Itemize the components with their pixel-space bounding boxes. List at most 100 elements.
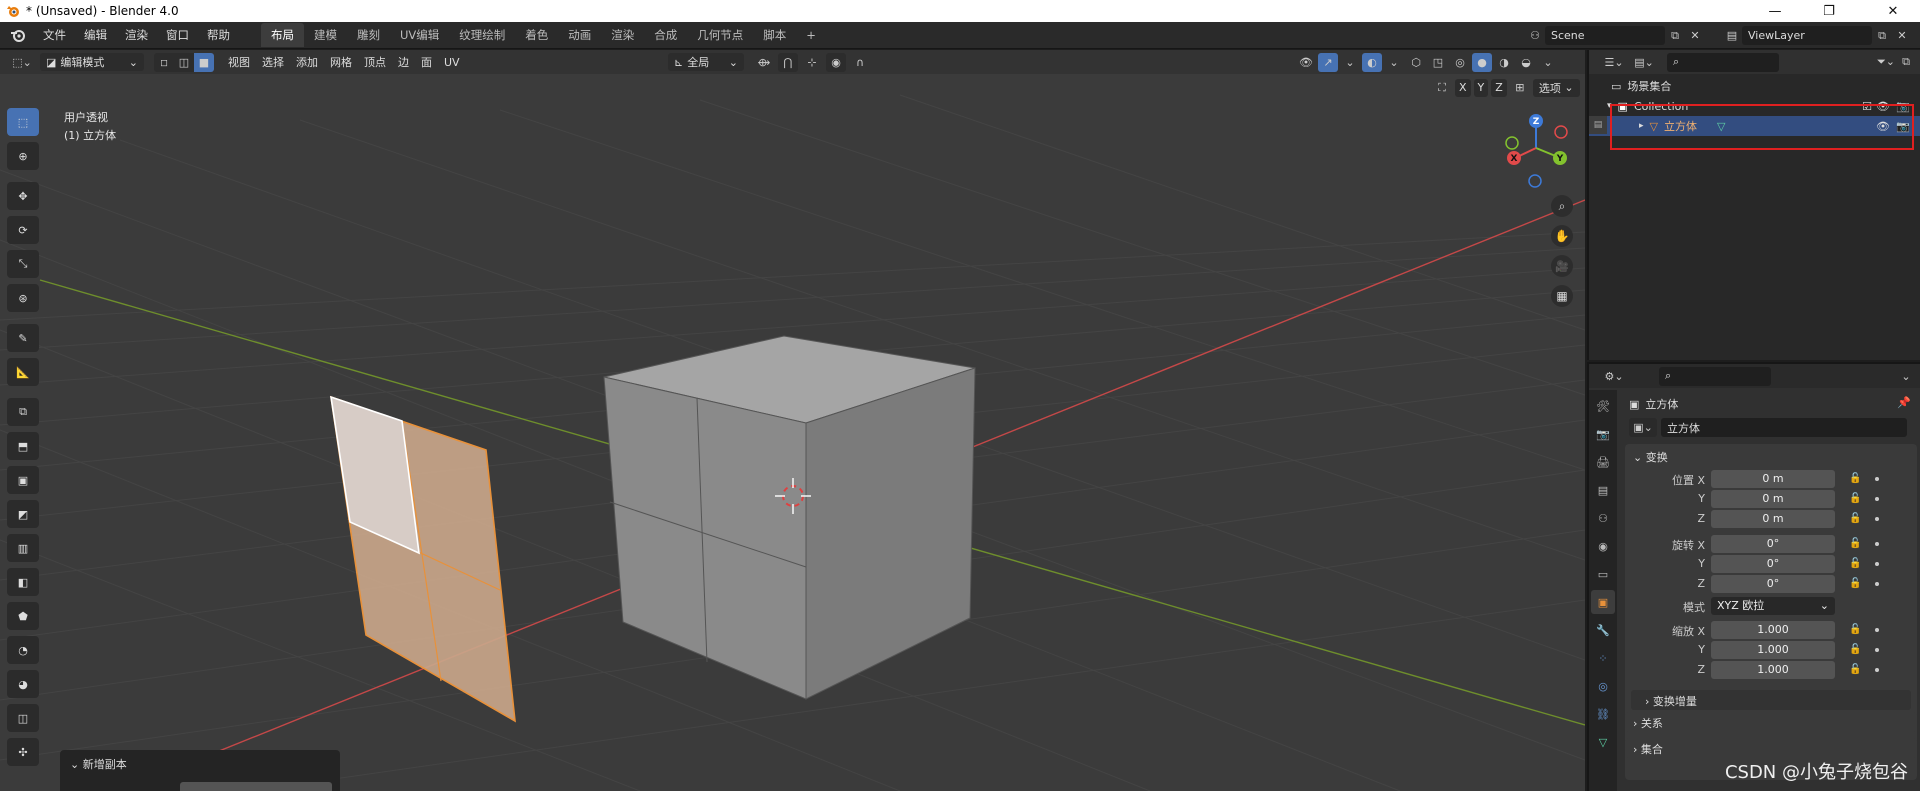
display-mode-icon[interactable]: ▤⌄ — [1629, 53, 1659, 72]
chevron-down-icon[interactable]: ⌄ — [1896, 367, 1916, 386]
minimize-button[interactable]: — — [1752, 0, 1798, 22]
tab-rendering[interactable]: 渲染 — [601, 23, 644, 47]
tab-modeling[interactable]: 建模 — [304, 23, 347, 47]
outliner-editor-type-icon[interactable]: ☰⌄ — [1599, 53, 1629, 72]
zoom-icon[interactable]: ⌕ — [1551, 195, 1573, 217]
bevel-tool-icon[interactable]: ◩ — [7, 500, 39, 528]
rendered-shading-icon[interactable]: ◒ — [1516, 53, 1536, 72]
smooth-tool-icon[interactable]: ◕ — [7, 670, 39, 698]
menu-window[interactable]: 窗口 — [157, 27, 198, 43]
vertex-select-icon[interactable]: ◽ — [154, 52, 174, 72]
tab-geometry-nodes[interactable]: 几何节点 — [687, 23, 753, 47]
chevron-down-icon[interactable]: ⌄ — [1340, 53, 1360, 72]
3d-viewport[interactable]: Z Y X 用户透视 (1) 立方体 ⌕ ✋ 🎥 ▦ ⛶ X Y Z ⊞ 选项 … — [0, 50, 1585, 791]
properties-search-input[interactable]: ⌕ — [1659, 366, 1771, 386]
menu-add[interactable]: 添加 — [290, 53, 324, 71]
tab-sculpting[interactable]: 雕刻 — [347, 23, 390, 47]
spin-tool-icon[interactable]: ◔ — [7, 636, 39, 664]
chevron-down-icon[interactable]: ⌄ — [1538, 53, 1558, 72]
lock-icon[interactable]: 🔓 — [1849, 493, 1861, 505]
lock-icon[interactable]: 🔓 — [1849, 513, 1861, 525]
add-workspace-button[interactable]: + — [796, 24, 826, 46]
delete-scene-icon[interactable]: ✕ — [1685, 26, 1705, 45]
filter-icon[interactable]: ⏷⌄ — [1876, 53, 1896, 72]
tab-layout[interactable]: 布局 — [261, 23, 304, 47]
delete-viewlayer-icon[interactable]: ✕ — [1892, 26, 1912, 45]
menu-edge[interactable]: 边 — [392, 53, 415, 71]
delta-transform-subpanel[interactable]: › 变换增量 — [1631, 690, 1911, 710]
move-tool-icon[interactable]: ✥ — [7, 182, 39, 210]
menu-edit[interactable]: 编辑 — [75, 27, 116, 43]
lock-icon[interactable]: 🔓 — [1849, 664, 1861, 676]
redo-panel-field[interactable] — [180, 782, 332, 791]
proportional-edit-icon[interactable]: ◉ — [826, 52, 846, 72]
rotation-y-field[interactable]: 0° — [1711, 555, 1835, 573]
xray-toggle-icon[interactable]: ◳ — [1428, 53, 1448, 72]
menu-render[interactable]: 渲染 — [116, 27, 157, 43]
cube-mesh[interactable] — [603, 335, 976, 700]
poly-build-tool-icon[interactable]: ⬟ — [7, 602, 39, 630]
keyframe-dot[interactable] — [1875, 648, 1879, 652]
world-tab-icon[interactable]: ◉ — [1591, 534, 1615, 558]
collections-panel[interactable]: › 集合 — [1625, 738, 1917, 758]
axis-z-toggle[interactable]: Z — [1491, 78, 1507, 97]
scale-y-field[interactable]: 1.000 — [1711, 641, 1835, 659]
chevron-down-icon[interactable]: ⌄ — [70, 758, 79, 771]
keyframe-dot[interactable] — [1875, 542, 1879, 546]
location-z-field[interactable]: 0 m — [1711, 510, 1835, 528]
menu-uv[interactable]: UV — [438, 53, 466, 71]
gizmo-toggle-icon[interactable]: ↗ — [1318, 52, 1338, 72]
particles-tab-icon[interactable]: ⁘ — [1591, 646, 1615, 670]
lock-icon[interactable]: 🔓 — [1849, 578, 1861, 590]
material-shading-icon[interactable]: ◑ — [1494, 53, 1514, 72]
transform-orientation-dropdown[interactable]: ⊾ 全局 ⌄ — [668, 53, 744, 71]
options-dropdown[interactable]: 选项 ⌄ — [1532, 78, 1580, 97]
data-tab-icon[interactable]: ▽ — [1591, 730, 1615, 754]
object-tab-icon[interactable]: ▣ — [1591, 590, 1615, 614]
rotation-x-field[interactable]: 0° — [1711, 535, 1835, 553]
keyframe-dot[interactable] — [1875, 562, 1879, 566]
visibility-icon[interactable]: 👁 — [1296, 53, 1316, 72]
new-collection-icon[interactable]: ⧉ — [1896, 53, 1916, 72]
mode-dropdown[interactable]: ◪ 编辑模式 ⌄ — [40, 53, 144, 71]
scene-tab-icon[interactable]: ⚇ — [1591, 506, 1615, 530]
scale-tool-icon[interactable]: ⤡ — [7, 250, 39, 278]
viewlayer-name-field[interactable]: ViewLayer — [1742, 26, 1872, 45]
render-tab-icon[interactable]: 📷 — [1591, 422, 1615, 446]
duplicated-plane[interactable] — [330, 395, 516, 723]
outliner-search-input[interactable]: ⌕ — [1667, 52, 1779, 72]
maximize-button[interactable]: ❐ — [1806, 0, 1852, 22]
relations-panel[interactable]: › 关系 — [1625, 712, 1917, 732]
perspective-toggle-icon[interactable]: ▦ — [1551, 285, 1573, 307]
knife-tool-icon[interactable]: ◧ — [7, 568, 39, 596]
collection-tab-icon[interactable]: ▭ — [1591, 562, 1615, 586]
mirror-icon[interactable]: ⛶ — [1432, 78, 1452, 97]
rotation-z-field[interactable]: 0° — [1711, 575, 1835, 593]
snap-magnet-icon[interactable]: ⋂ — [778, 52, 798, 72]
chevron-down-icon[interactable]: ⌄ — [1384, 53, 1404, 72]
output-tab-icon[interactable]: 🖨 — [1591, 450, 1615, 474]
lock-icon[interactable]: 🔓 — [1849, 558, 1861, 570]
tab-animation[interactable]: 动画 — [558, 23, 601, 47]
axis-y-toggle[interactable]: Y — [1473, 78, 1489, 97]
tab-compositing[interactable]: 合成 — [644, 23, 687, 47]
scene-browse-icon[interactable]: ⚇ — [1525, 26, 1545, 45]
keyframe-dot[interactable] — [1875, 582, 1879, 586]
camera-view-icon[interactable]: 🎥 — [1551, 255, 1573, 277]
measure-tool-icon[interactable]: 📐 — [7, 358, 39, 386]
loop-cut-tool-icon[interactable]: ▥ — [7, 534, 39, 562]
solid-shading-icon[interactable]: ● — [1472, 52, 1492, 72]
annotate-tool-icon[interactable]: ✎ — [7, 324, 39, 352]
close-button[interactable]: ✕ — [1870, 0, 1916, 22]
scene-collection-row[interactable]: ▭ 场景集合 — [1589, 76, 1920, 96]
new-scene-icon[interactable]: ⧉ — [1665, 26, 1685, 45]
snap-target-icon[interactable]: ⊹ — [802, 53, 822, 72]
rotate-tool-icon[interactable]: ⟳ — [7, 216, 39, 244]
navigation-gizmo[interactable]: Z Y X — [1505, 114, 1568, 188]
add-cube-tool-icon[interactable]: ⧉ — [7, 398, 39, 426]
keyframe-dot[interactable] — [1875, 477, 1879, 481]
keyframe-dot[interactable] — [1875, 497, 1879, 501]
pivot-point-icon[interactable]: ⟴ — [754, 53, 774, 72]
object-name-field[interactable]: 立方体 — [1661, 418, 1907, 437]
modifier-tab-icon[interactable]: 🔧 — [1591, 618, 1615, 642]
